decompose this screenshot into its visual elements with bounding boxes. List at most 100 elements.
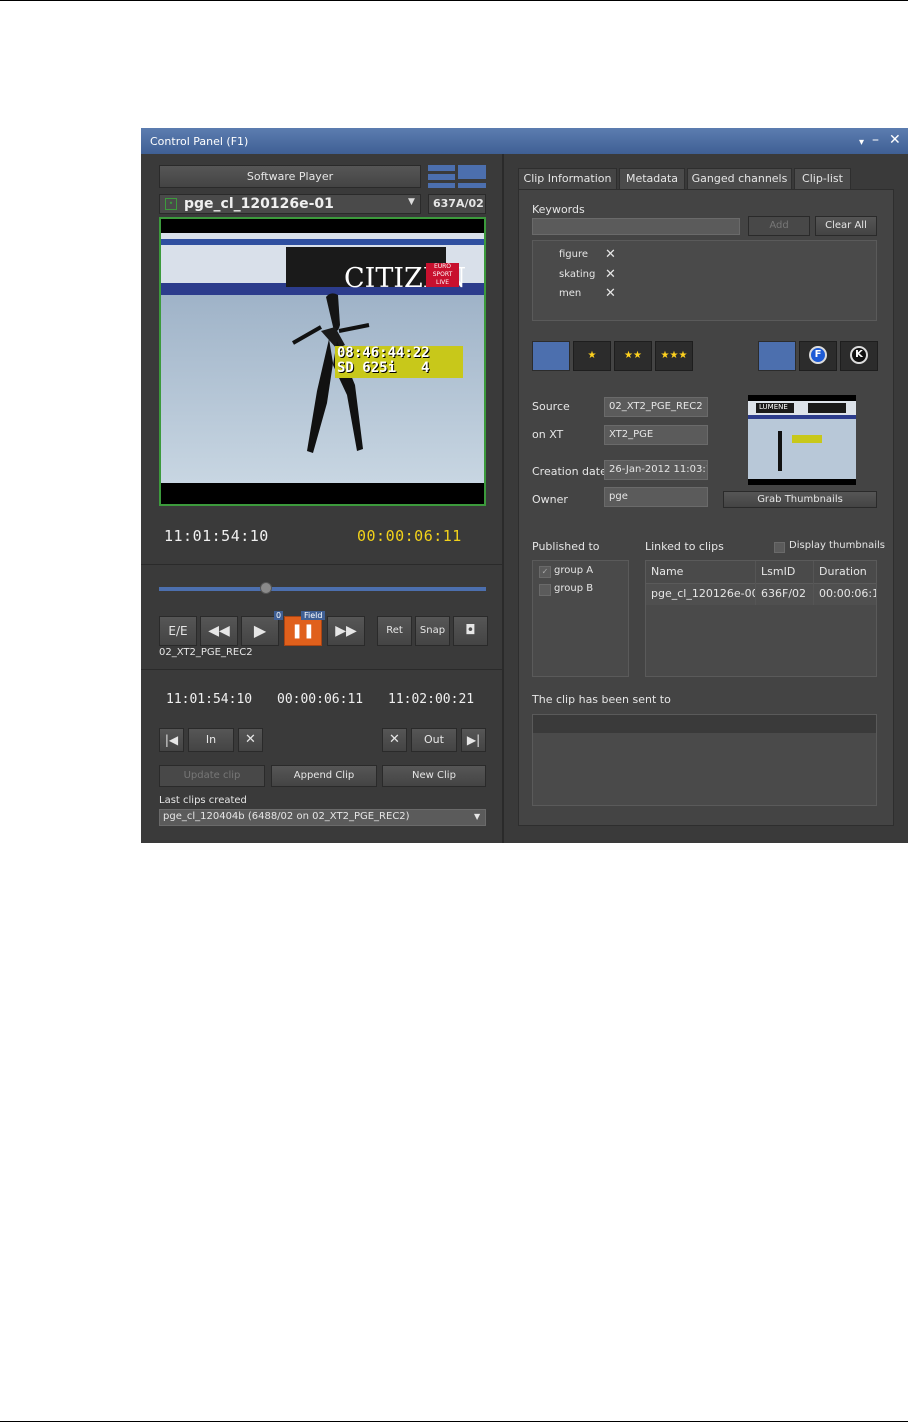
grab-thumbnails-button[interactable]: Grab Thumbnails [723,491,877,508]
goto-out-button[interactable]: ▶| [461,728,486,752]
add-keyword-button[interactable]: Add [748,216,810,236]
new-clip-button[interactable]: New Clip [382,765,486,787]
rewind-icon: ◀◀ [208,623,230,639]
sent-to-label: The clip has been sent to [532,693,671,706]
append-clip-button[interactable]: Append Clip [271,765,377,787]
control-panel-window: Control Panel (F1) ▾ – ✕ Software Player… [141,128,908,843]
table-cell-name: pge_cl_120126e-00 [646,583,756,605]
source-field: 02_XT2_PGE_REC2 [604,397,708,417]
clip-in-timecode: 11:01:54:10 [166,692,253,707]
goto-in-icon: |◀ [164,733,179,747]
table-cell-duration: 00:00:06:1 [819,587,877,600]
group-b-label: group B [554,583,594,594]
mark-out-button[interactable]: Out [411,728,457,752]
creation-date-field: 26-Jan-2012 11:03:1 [604,460,708,480]
chevron-down-icon: ▼ [474,812,481,821]
clip-thumbnail: LUMENE [748,395,856,485]
video-viewer[interactable]: CITIZEN EURO SPORT LIVE 08:46:44:22 SD 625… [159,217,486,506]
clear-in-button[interactable]: ✕ [238,728,263,752]
keyword-input[interactable] [532,218,740,235]
tab-clip-information[interactable]: Clip Information [518,168,617,190]
keyword-list: figure ✕ skating ✕ men ✕ [532,240,877,321]
timecode-overlay: 08:46:44:22 SD 625i 4 [335,346,463,378]
linked-clips-table: Name LsmID Duration pge_cl_120126e-00 63… [645,560,877,677]
remove-keyword-icon[interactable]: ✕ [605,247,616,262]
duration-timecode: 00:00:06:11 [357,527,462,545]
clip-status-icon: • [165,198,177,210]
pause-icon: ❚❚ [291,623,315,639]
rewind-button[interactable]: ◀◀ [200,616,238,646]
flag-k-button[interactable]: K [840,341,878,371]
jog-slider[interactable] [159,587,486,591]
close-icon[interactable]: ✕ [889,132,901,148]
column-header-duration[interactable]: Duration [814,561,876,583]
snap-button[interactable]: Snap [415,616,450,646]
title-bar[interactable]: Control Panel (F1) ▾ – ✕ [141,128,908,154]
flag-f-button[interactable]: F [799,341,837,371]
clear-in-icon: ✕ [245,732,256,747]
tab-metadata[interactable]: Metadata [619,168,685,189]
tab-ganged-channels[interactable]: Ganged channels [687,168,792,189]
tab-clip-list[interactable]: Clip-list [794,168,851,189]
rating-none-button[interactable] [532,341,570,371]
minimize-icon[interactable]: – [872,132,879,148]
clip-duration-timecode: 00:00:06:11 [277,692,364,707]
keyword-item: men [559,288,582,299]
owner-label: Owner [532,493,568,506]
page-top-rule [0,0,908,1]
clip-name-dropdown[interactable]: • pge_cl_120126e-01 ▼ [159,194,421,214]
rating-1-star-button[interactable]: ★ [573,341,611,371]
remove-keyword-icon[interactable]: ✕ [605,286,616,301]
clear-out-icon: ✕ [389,732,400,747]
window-title: Control Panel (F1) [150,135,249,148]
mark-in-button[interactable]: In [188,728,234,752]
column-header-name[interactable]: Name [646,561,756,583]
clip-id-field: 637A/02 [428,194,486,214]
update-clip-button[interactable]: Update clip [159,765,265,787]
fast-forward-button[interactable]: ▶▶ [327,616,365,646]
keyword-item: figure [559,249,589,260]
layout-icon[interactable] [428,165,488,189]
snapshot-button[interactable]: ◘ [453,616,488,646]
page-bottom-rule [0,1421,908,1422]
remove-keyword-icon[interactable]: ✕ [605,267,616,282]
divider [141,669,502,670]
pause-button[interactable]: ❚❚ [284,616,322,646]
ee-button[interactable]: E/E [159,616,197,646]
play-button[interactable]: ▶ [241,616,279,646]
panel-splitter[interactable] [502,154,504,843]
camera-icon: ◘ [465,623,476,638]
rating-2-star-button[interactable]: ★★ [614,341,652,371]
player-source-label: 02_XT2_PGE_REC2 [159,647,253,658]
keyword-item: skating [559,269,596,280]
ret-button[interactable]: Ret [377,616,412,646]
jog-slider-handle[interactable] [260,582,272,594]
creation-date-label: Creation date [532,465,607,478]
last-clips-dropdown[interactable]: pge_cl_120404b (6488/02 on 02_XT2_PGE_RE… [159,809,486,826]
keywords-label: Keywords [532,203,585,216]
last-clips-label: Last clips created [159,795,247,806]
clear-all-button[interactable]: Clear All [815,216,877,236]
thumbnail-board-text: LUMENE [759,403,788,411]
display-thumbnails-checkbox[interactable] [774,542,785,553]
table-cell-lsmid: 636F/02 [756,583,814,605]
chevron-down-icon: ▼ [408,197,415,207]
f-badge-icon: F [809,346,827,364]
dropdown-icon[interactable]: ▾ [859,135,864,151]
flag-none-button[interactable] [758,341,796,371]
last-clips-value: pge_cl_120404b (6488/02 on 02_XT2_PGE_RE… [163,811,410,822]
k-badge-icon: K [850,346,868,364]
current-timecode: 11:01:54:10 [164,527,269,545]
clear-out-button[interactable]: ✕ [382,728,407,752]
group-a-checkbox[interactable]: ✓ [539,566,551,578]
onxt-label: on XT [532,428,564,441]
clip-information-panel: Keywords Add Clear All figure ✕ skating … [518,189,894,826]
fast-forward-icon: ▶▶ [335,623,357,639]
field-badge: Field [301,611,326,620]
source-label: Source [532,400,570,413]
group-b-checkbox[interactable] [539,584,551,596]
software-player-button[interactable]: Software Player [159,165,421,188]
column-header-lsmid[interactable]: LsmID [756,561,814,583]
goto-in-button[interactable]: |◀ [159,728,184,752]
rating-3-star-button[interactable]: ★★★ [655,341,693,371]
